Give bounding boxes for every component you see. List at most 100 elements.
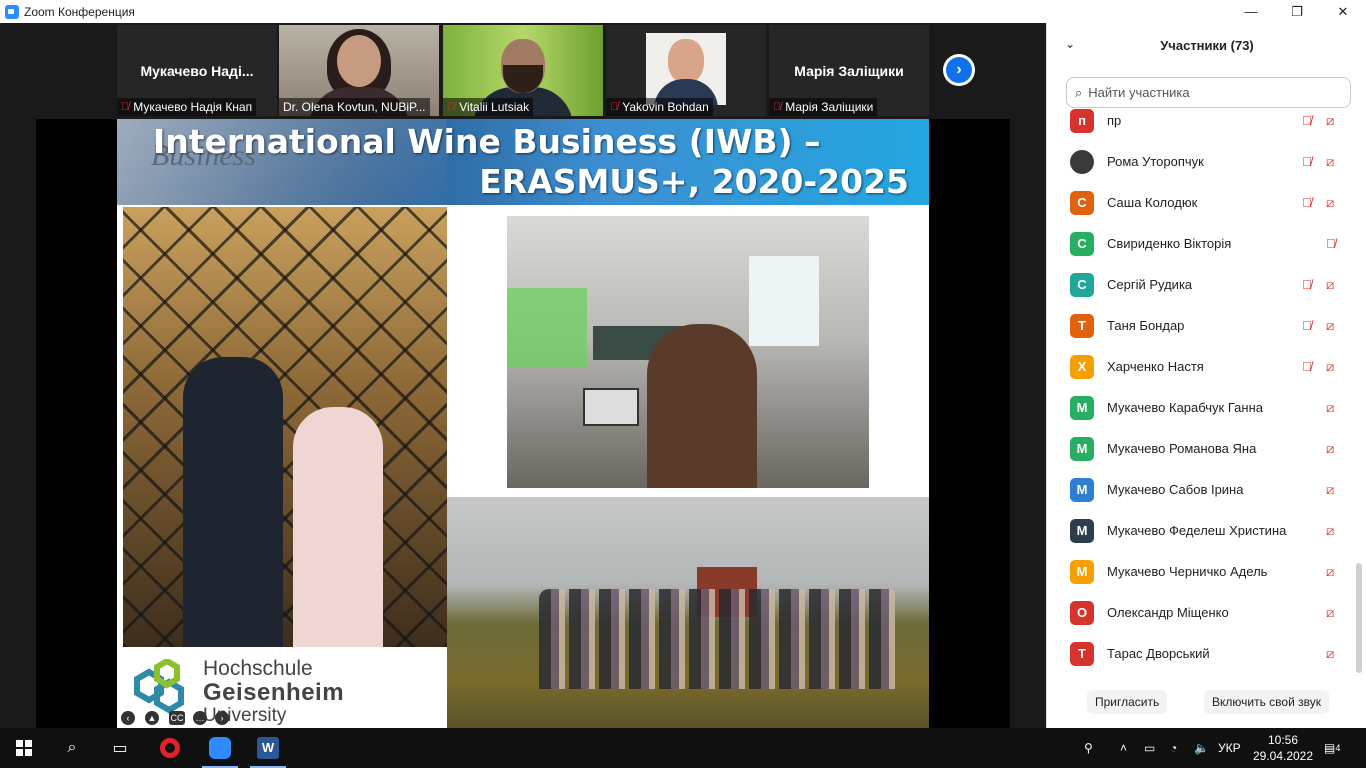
video-tile[interactable]: Мукачево Наді... 🎙̸ Мукачево Надія Кнап xyxy=(117,25,277,116)
participant-row[interactable]: М Мукачево Романова Яна ⧄ xyxy=(1047,428,1359,469)
participant-row[interactable]: С Свириденко Вікторія 🎙̸ xyxy=(1047,223,1359,264)
video-off-icon: ⧄ xyxy=(1326,276,1335,292)
search-icon[interactable]: ⌕ xyxy=(48,728,96,768)
meeting-area: Мукачево Наді... 🎙̸ Мукачево Надія Кнап D… xyxy=(0,23,1046,728)
university-logo: Hochschule Geisenheim University xyxy=(117,647,447,728)
logo-text-line1: Hochschule xyxy=(203,657,313,680)
participant-row[interactable]: М Мукачево Карабчук Ганна ⧄ xyxy=(1047,387,1359,428)
avatar: М xyxy=(1070,559,1094,584)
avatar: Т xyxy=(1070,641,1094,666)
participants-title: Участники (73) xyxy=(1160,37,1254,53)
mic-muted-icon: 🎙̸ xyxy=(1302,318,1312,333)
slide-banner: Business International Wine Business (IW… xyxy=(117,119,929,205)
video-strip: Мукачево Наді... 🎙̸ Мукачево Надія Кнап D… xyxy=(0,23,1046,118)
participant-row[interactable]: М Мукачево Черничко Адель ⧄ xyxy=(1047,551,1359,592)
participant-row[interactable]: О Олександр Міщенко ⧄ xyxy=(1047,592,1359,633)
battery-icon[interactable]: ▭ xyxy=(1144,728,1155,768)
people-icon[interactable]: ⚲ xyxy=(1084,728,1093,768)
participant-row[interactable]: Х Харченко Настя 🎙̸ ⧄ xyxy=(1047,346,1359,387)
tile-caption-name: Марія Заліщики xyxy=(785,100,874,114)
participant-name: Мукачево Феделеш Христина xyxy=(1107,523,1287,538)
minimize-button[interactable]: — xyxy=(1228,0,1274,23)
task-view-icon[interactable]: ▭ xyxy=(96,728,144,768)
mic-muted-icon: 🎙̸ xyxy=(773,101,782,113)
video-tile[interactable]: Марія Заліщики 🎙̸ Марія Заліщики xyxy=(769,25,929,116)
participant-row[interactable]: М Мукачево Феделеш Христина ⧄ xyxy=(1047,510,1359,551)
avatar: Т xyxy=(1070,313,1094,338)
tile-caption: 🎙̸ Мукачево Надія Кнап xyxy=(117,98,257,116)
video-off-icon: ⧄ xyxy=(1326,194,1335,210)
opera-browser-icon[interactable] xyxy=(146,728,194,768)
clock-date: 29.04.2022 xyxy=(1252,749,1314,763)
video-tile-active-speaker[interactable]: Dr. Olena Kovtun, NUBiP... xyxy=(279,25,439,116)
cc-icon[interactable]: CC xyxy=(169,711,185,725)
video-off-icon: ⧄ xyxy=(1326,399,1335,415)
participants-header: ⌄ Участники (73) xyxy=(1047,23,1366,67)
avatar: М xyxy=(1070,518,1094,543)
zoom-taskbar-icon[interactable] xyxy=(196,728,244,768)
zoom-app-icon xyxy=(5,4,19,19)
maximize-button[interactable]: ❐ xyxy=(1274,0,1320,23)
video-off-icon: ⧄ xyxy=(1326,604,1335,620)
logo-text-line2: Geisenheim xyxy=(203,679,345,706)
more-icon[interactable]: … xyxy=(193,711,207,725)
clock[interactable]: 10:56 29.04.2022 xyxy=(1250,732,1316,764)
tray-chevron-up-icon[interactable]: ˄ xyxy=(1120,728,1127,768)
classroom-photo xyxy=(507,216,869,488)
scrollbar[interactable] xyxy=(1356,563,1362,673)
video-off-icon: ⧄ xyxy=(1326,440,1335,456)
participant-name: Мукачево Романова Яна xyxy=(1107,441,1257,456)
video-off-icon: ⧄ xyxy=(1326,563,1335,579)
participant-row[interactable]: Рома Уторопчук 🎙̸ ⧄ xyxy=(1047,141,1359,182)
participant-name: Рома Уторопчук xyxy=(1107,154,1204,169)
avatar: С xyxy=(1070,190,1094,215)
word-taskbar-icon[interactable]: W xyxy=(244,728,292,768)
next-page-button[interactable]: › xyxy=(943,54,975,86)
participant-name-large: Марія Заліщики xyxy=(794,63,904,79)
avatar xyxy=(1070,149,1094,174)
participant-name: Мукачево Черничко Адель xyxy=(1107,564,1268,579)
video-tile[interactable]: 🎙̸ Vitalii Lutsiak xyxy=(443,25,603,116)
participant-name-large: Мукачево Наді... xyxy=(140,63,254,79)
window-title: Zoom Конференция xyxy=(24,4,135,19)
chevron-right-icon: › xyxy=(946,57,972,83)
tile-caption-name: Yakovin Bohdan xyxy=(622,100,709,114)
participant-row[interactable]: Т Таня Бондар 🎙̸ ⧄ xyxy=(1047,305,1359,346)
invite-button[interactable]: Пригласить xyxy=(1087,690,1168,714)
hexagon-logo-icon xyxy=(134,659,184,714)
unmute-myself-button[interactable]: Включить свой звук xyxy=(1204,690,1329,714)
mic-muted-icon: 🎙̸ xyxy=(1326,236,1336,251)
windows-start-icon[interactable] xyxy=(0,728,48,768)
volume-icon[interactable]: 🔈 xyxy=(1194,728,1209,768)
notifications-icon[interactable]: ▤ 4 xyxy=(1324,728,1340,768)
next-slide-icon[interactable]: › xyxy=(215,711,229,725)
chevron-down-icon[interactable]: ⌄ xyxy=(1065,37,1075,51)
participant-row[interactable]: С Сергій Рудика 🎙̸ ⧄ xyxy=(1047,264,1359,305)
participants-panel: ⌄ Участники (73) ⌕ Найти участника п пр 🎙̸… xyxy=(1046,23,1366,728)
pointer-icon[interactable]: ▲ xyxy=(145,711,159,725)
tile-caption: 🎙̸ Yakovin Bohdan xyxy=(606,98,713,116)
mic-muted-icon: 🎙̸ xyxy=(121,101,130,113)
mic-muted-icon: 🎙̸ xyxy=(447,101,456,113)
participant-row[interactable]: М Мукачево Сабов Ірина ⧄ xyxy=(1047,469,1359,510)
keyboard-language[interactable]: УКР xyxy=(1218,728,1241,768)
participant-name: Мукачево Карабчук Ганна xyxy=(1107,400,1263,415)
avatar: Х xyxy=(1070,354,1094,379)
mic-muted-icon: 🎙̸ xyxy=(1302,113,1312,128)
vineyard-group-photo xyxy=(447,497,929,728)
slide-title-line2: ERASMUS+, 2020-2025 xyxy=(479,162,909,201)
participant-row[interactable]: Т Тарас Дворський ⧄ xyxy=(1047,633,1359,674)
tile-caption: 🎙̸ Vitalii Lutsiak xyxy=(443,98,534,116)
video-tile[interactable]: 🎙̸ Yakovin Bohdan xyxy=(606,25,766,116)
participant-row[interactable]: п пр 🎙̸ ⧄ xyxy=(1047,100,1359,141)
participant-name: Саша Колодюк xyxy=(1107,195,1198,210)
prev-slide-icon[interactable]: ‹ xyxy=(121,711,135,725)
avatar: М xyxy=(1070,395,1094,420)
participant-row[interactable]: С Саша Колодюк 🎙̸ ⧄ xyxy=(1047,182,1359,223)
search-icon: ⌕ xyxy=(1075,84,1083,100)
participants-list: п пр 🎙̸ ⧄ Рома Уторопчук 🎙̸ ⧄ С Саша Колодюк 🎙̸ ⧄ С… xyxy=(1047,100,1359,678)
wifi-icon[interactable]: ◔ xyxy=(1170,728,1177,768)
search-placeholder: Найти участника xyxy=(1088,85,1190,100)
close-button[interactable]: ✕ xyxy=(1320,0,1366,23)
video-off-icon: ⧄ xyxy=(1326,153,1335,169)
